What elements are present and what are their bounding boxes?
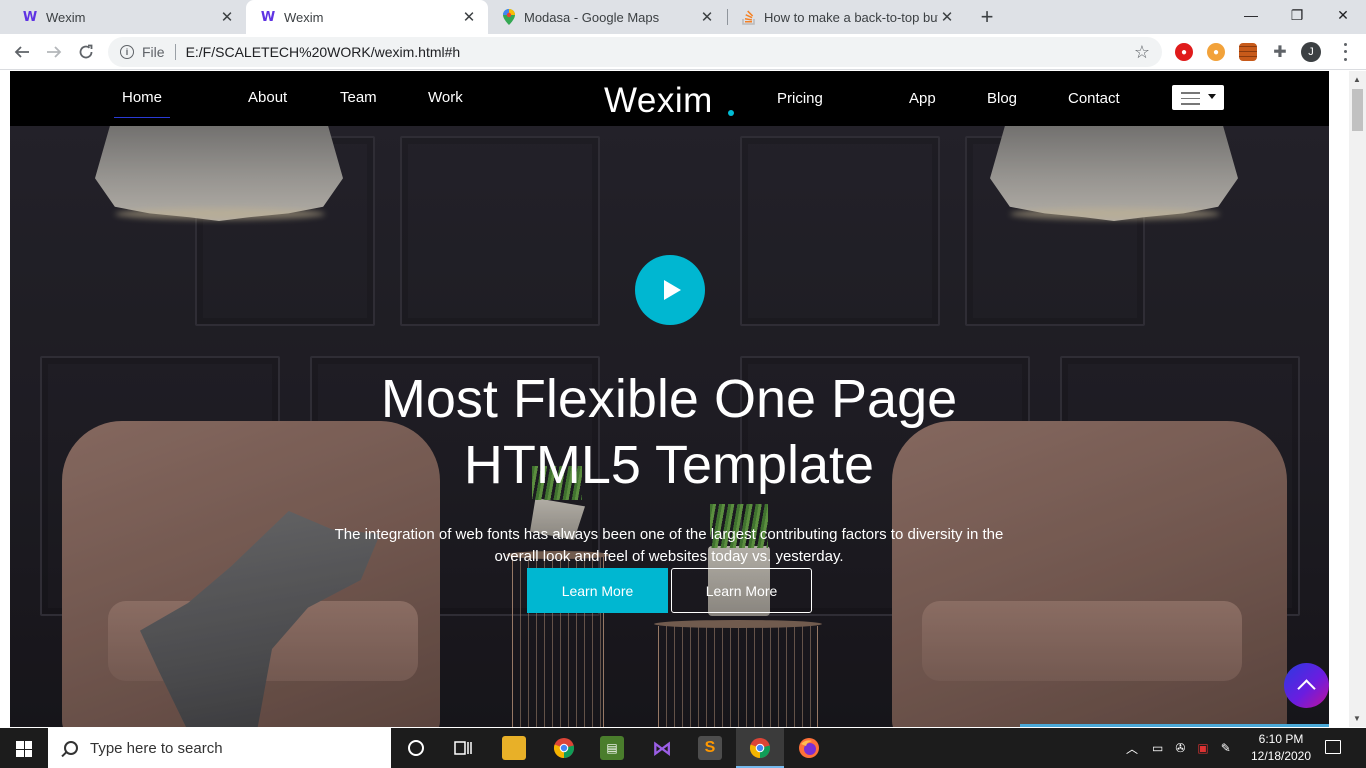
- chevron-up-icon[interactable]: ︿: [1126, 740, 1138, 757]
- page-scrollbar[interactable]: ▲ ▼: [1349, 71, 1366, 727]
- adblock-extension-icon[interactable]: ●: [1175, 43, 1193, 61]
- close-icon[interactable]: ✕: [698, 8, 716, 26]
- tab-title: How to make a back-to-top butt: [764, 9, 938, 25]
- back-to-top-button[interactable]: [1284, 663, 1329, 708]
- volume-muted-icon[interactable]: ▣: [1197, 741, 1208, 755]
- learn-more-button-outline[interactable]: Learn More: [671, 568, 812, 613]
- tab-title: Wexim: [284, 9, 324, 25]
- hero-title: Most Flexible One Page HTML5 Template: [319, 366, 1019, 498]
- cortana-icon[interactable]: [404, 736, 428, 760]
- clock-date: 12/18/2020: [1250, 749, 1312, 763]
- minimize-button[interactable]: —: [1228, 0, 1274, 30]
- nav-pricing[interactable]: Pricing: [777, 90, 823, 107]
- nav-home[interactable]: Home: [113, 89, 171, 118]
- page-viewport: Home About Team Work Wexim Pricing App B…: [10, 71, 1329, 727]
- tab-google-maps[interactable]: Modasa - Google Maps ✕: [488, 0, 726, 34]
- browser-menu-icon[interactable]: [1335, 41, 1355, 63]
- chevron-up-icon: [1297, 679, 1316, 698]
- nav-contact[interactable]: Contact: [1068, 90, 1120, 107]
- back-arrow-icon[interactable]: [8, 38, 36, 66]
- cookie-extension-icon[interactable]: ●: [1207, 43, 1225, 61]
- sublime-text-icon[interactable]: S: [698, 736, 722, 760]
- site-logo[interactable]: Wexim: [604, 81, 713, 121]
- windows-taskbar: Type here to search ▤ ⋈ S ︿ ▭ ✇ ▣ ✎ 6:10…: [0, 728, 1366, 768]
- info-icon[interactable]: i: [120, 45, 134, 59]
- tab-wexim-2[interactable]: W Wexim ✕: [246, 0, 488, 34]
- chrome-profile-icon[interactable]: [748, 736, 772, 760]
- close-icon[interactable]: ✕: [218, 8, 236, 26]
- search-placeholder: Type here to search: [90, 739, 223, 757]
- search-icon: [64, 741, 78, 755]
- tab-title: Wexim: [46, 9, 86, 25]
- windows-start-icon[interactable]: [16, 741, 32, 757]
- play-icon: [664, 280, 681, 300]
- browser-tab-strip: W Wexim ✕ W Wexim ✕ Modasa - Google Maps…: [0, 0, 1366, 34]
- new-tab-button[interactable]: +: [975, 4, 999, 29]
- profile-avatar[interactable]: J: [1301, 42, 1321, 62]
- network-disconnected-icon[interactable]: ✇: [1175, 741, 1185, 755]
- hero-title-line-2: HTML5 Template: [463, 435, 875, 495]
- scheme-label: File: [142, 44, 165, 60]
- close-icon[interactable]: ✕: [938, 8, 956, 26]
- hamburger-icon: [1181, 92, 1200, 109]
- file-explorer-icon[interactable]: [502, 736, 526, 760]
- hero-subtitle: The integration of web fonts has always …: [319, 524, 1019, 568]
- wexim-w-icon: W: [260, 9, 276, 25]
- nav-app[interactable]: App: [909, 90, 936, 107]
- url-text[interactable]: E:/F/SCALETECH%20WORK/wexim.html#h: [186, 44, 1134, 60]
- caret-down-icon: [1208, 94, 1216, 99]
- nav-blog[interactable]: Blog: [987, 90, 1017, 107]
- learn-more-button-primary[interactable]: Learn More: [527, 568, 668, 613]
- tab-stack-overflow[interactable]: How to make a back-to-top butt ✕: [728, 0, 966, 34]
- task-view-icon[interactable]: [452, 736, 476, 760]
- tab-title: Modasa - Google Maps: [524, 9, 660, 25]
- stack-overflow-icon: [742, 10, 755, 25]
- restore-button[interactable]: ❐: [1274, 0, 1320, 30]
- maps-pin-icon: [503, 9, 515, 25]
- nav-team[interactable]: Team: [340, 89, 377, 106]
- battery-icon[interactable]: ▭: [1152, 741, 1163, 755]
- clock-time: 6:10 PM: [1258, 732, 1304, 746]
- system-tray: ︿ ▭ ✇ ▣ ✎: [1126, 728, 1231, 768]
- hero-subtitle-line-1: The integration of web fonts has always …: [334, 526, 1004, 543]
- progress-line: [1020, 724, 1329, 727]
- tab-wexim-1[interactable]: W Wexim ✕: [8, 0, 246, 34]
- window-close-button[interactable]: ✕: [1320, 0, 1366, 30]
- scrollbar-thumb[interactable]: [1352, 89, 1363, 131]
- taskbar-clock[interactable]: 6:10 PM 12/18/2020: [1246, 731, 1316, 765]
- wexim-w-icon: W: [22, 9, 38, 25]
- address-divider: [174, 44, 176, 60]
- forward-arrow-icon[interactable]: [40, 38, 68, 66]
- scroll-down-arrow-icon[interactable]: ▼: [1353, 714, 1361, 723]
- scroll-up-arrow-icon[interactable]: ▲: [1353, 75, 1361, 84]
- hero-subtitle-line-2: overall look and feel of websites today …: [494, 548, 844, 565]
- nav-work[interactable]: Work: [428, 89, 463, 106]
- spreadsheet-app-icon[interactable]: ▤: [600, 736, 624, 760]
- visual-studio-icon[interactable]: ⋈: [650, 736, 674, 760]
- firefox-icon[interactable]: [797, 736, 821, 760]
- brick-extension-icon[interactable]: [1239, 43, 1257, 61]
- hero-title-line-1: Most Flexible One Page: [380, 369, 958, 429]
- close-icon[interactable]: ✕: [460, 8, 478, 26]
- play-video-button[interactable]: [635, 255, 705, 325]
- puzzle-extensions-icon[interactable]: ✚: [1271, 43, 1289, 61]
- bookmark-star-icon[interactable]: ☆: [1134, 42, 1150, 63]
- chrome-icon[interactable]: [552, 736, 576, 760]
- address-bar[interactable]: i File E:/F/SCALETECH%20WORK/wexim.html#…: [108, 37, 1162, 67]
- menu-toggle-button[interactable]: [1172, 85, 1224, 110]
- reload-icon[interactable]: [72, 38, 100, 66]
- browser-toolbar: i File E:/F/SCALETECH%20WORK/wexim.html#…: [0, 34, 1366, 70]
- notification-center-icon[interactable]: [1325, 740, 1341, 754]
- site-navbar: Home About Team Work Wexim Pricing App B…: [10, 71, 1329, 126]
- logo-dot: [728, 110, 734, 116]
- taskbar-search-box[interactable]: Type here to search: [48, 728, 391, 768]
- nav-about[interactable]: About: [248, 89, 287, 106]
- pen-ink-icon[interactable]: ✎: [1221, 741, 1231, 755]
